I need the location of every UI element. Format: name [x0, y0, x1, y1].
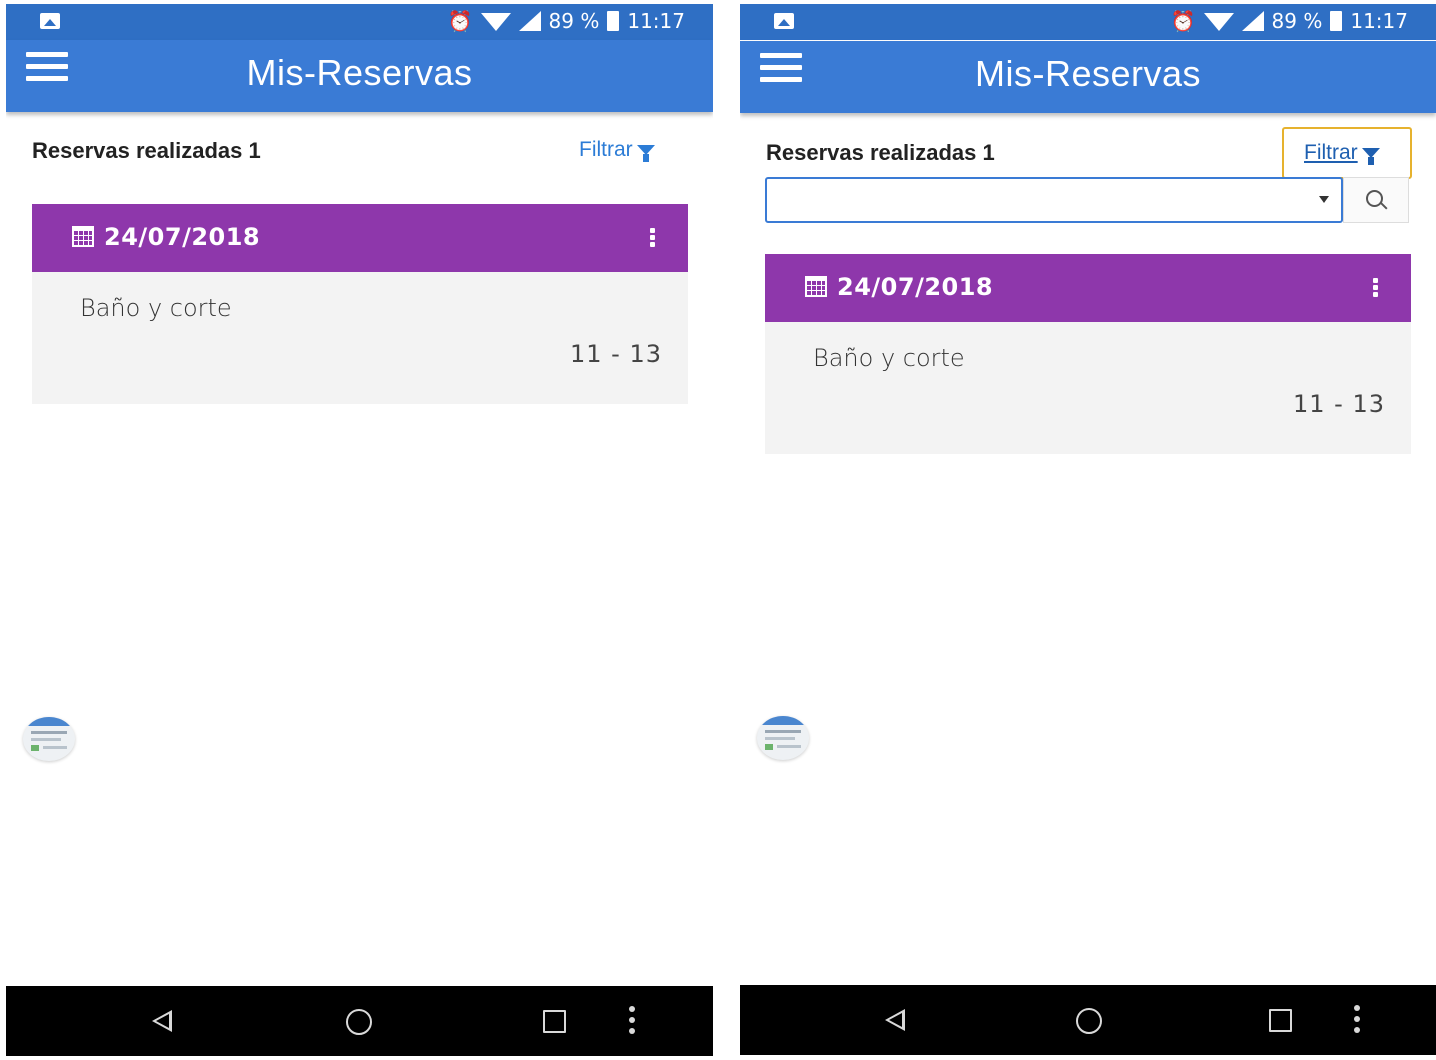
booking-card-header: 24/07/2018	[32, 204, 688, 272]
status-right: ⏰ 89 % 11:17	[1171, 9, 1408, 33]
floating-screenshot-bubble[interactable]	[757, 716, 809, 760]
status-bar: ⏰ 89 % 11:17	[740, 4, 1436, 40]
app-bar: Mis-Reservas	[6, 40, 713, 112]
funnel-icon	[636, 145, 655, 162]
signal-icon	[1241, 11, 1264, 31]
android-nav-bar	[740, 985, 1436, 1055]
filter-search-row	[765, 177, 1409, 223]
search-button[interactable]	[1343, 177, 1409, 223]
filter-button-focused[interactable]: Filtrar	[1282, 127, 1412, 179]
home-icon[interactable]	[346, 1009, 372, 1035]
funnel-icon	[1361, 148, 1380, 165]
home-icon[interactable]	[1076, 1008, 1102, 1034]
android-nav-bar	[6, 986, 713, 1056]
filter-label: Filtrar	[579, 138, 633, 161]
battery-percent: 89 %	[1271, 9, 1323, 33]
booking-time-range: 11 - 13	[570, 340, 662, 368]
status-time: 11:17	[1350, 9, 1408, 33]
filter-select[interactable]	[765, 177, 1343, 223]
filter-button[interactable]: Filtrar	[1304, 141, 1380, 165]
booking-card-body[interactable]: Baño y corte 11 - 13	[32, 272, 688, 404]
status-right: ⏰ 89 % 11:17	[448, 9, 685, 33]
booking-date: 24/07/2018	[837, 273, 994, 301]
back-icon[interactable]	[885, 1009, 905, 1031]
booking-card: 24/07/2018 Baño y corte 11 - 13	[765, 254, 1411, 454]
floating-screenshot-bubble[interactable]	[23, 717, 75, 761]
battery-icon	[1330, 11, 1343, 31]
status-bar: ⏰ 89 % 11:17	[6, 4, 713, 40]
phone-screen-default: ⏰ 89 % 11:17 Mis-Reservas Reservas reali…	[6, 0, 713, 1060]
back-icon[interactable]	[152, 1010, 172, 1032]
filter-button[interactable]: Filtrar	[579, 138, 655, 162]
app-bar: Mis-Reservas	[740, 41, 1436, 113]
booking-card-body[interactable]: Baño y corte 11 - 13	[765, 322, 1411, 454]
app-title: Mis-Reservas	[974, 53, 1202, 94]
filter-label: Filtrar	[1304, 141, 1358, 164]
alarm-icon: ⏰	[447, 9, 473, 33]
more-icon[interactable]	[629, 1006, 635, 1034]
booking-card-header: 24/07/2018	[765, 254, 1411, 322]
wifi-icon	[1203, 13, 1234, 31]
booking-date: 24/07/2018	[104, 223, 261, 251]
phone-screen-filter-open: ⏰ 89 % 11:17 Mis-Reservas Reservas reali…	[740, 0, 1436, 1060]
recents-icon[interactable]	[1269, 1009, 1292, 1032]
calendar-icon	[72, 226, 94, 247]
recents-icon[interactable]	[543, 1010, 566, 1033]
booking-card: 24/07/2018 Baño y corte 11 - 13	[32, 204, 688, 404]
booking-service: Baño y corte	[813, 344, 965, 372]
signal-icon	[518, 11, 541, 31]
kebab-icon[interactable]	[646, 226, 660, 250]
battery-icon	[607, 11, 620, 31]
gallery-icon	[40, 13, 60, 29]
reservations-count-heading: Reservas realizadas 1	[32, 138, 261, 163]
app-title: Mis-Reservas	[246, 52, 473, 93]
dropdown-arrow-icon	[1319, 196, 1329, 203]
booking-service: Baño y corte	[80, 294, 232, 322]
reservations-count-heading: Reservas realizadas 1	[766, 140, 995, 165]
gallery-icon	[774, 13, 794, 29]
calendar-icon	[805, 276, 827, 297]
wifi-icon	[480, 13, 511, 31]
alarm-icon: ⏰	[1170, 9, 1196, 33]
status-time: 11:17	[627, 9, 685, 33]
booking-time-range: 11 - 13	[1293, 390, 1385, 418]
kebab-icon[interactable]	[1369, 276, 1383, 300]
battery-percent: 89 %	[548, 9, 600, 33]
more-icon[interactable]	[1354, 1005, 1360, 1033]
